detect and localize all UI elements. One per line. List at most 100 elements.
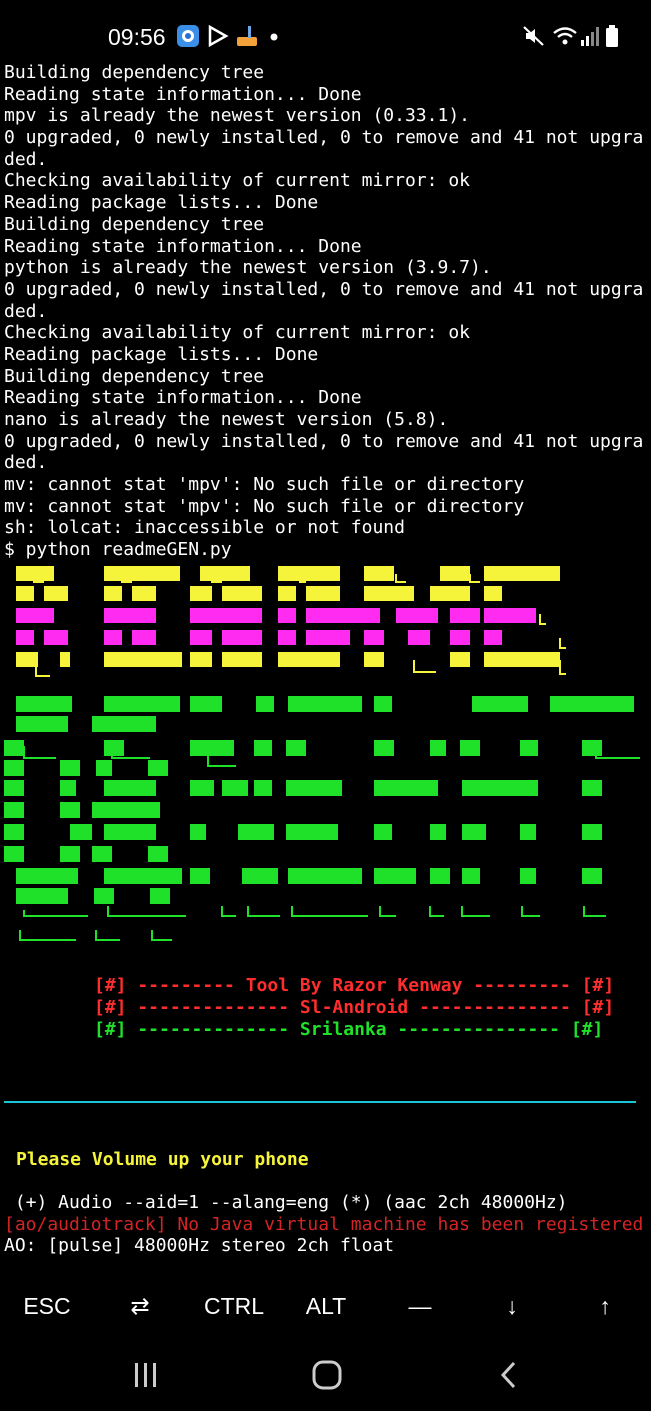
terminal-line: python is already the newest version (3.…: [4, 257, 492, 279]
banner-block: [374, 740, 394, 756]
banner-shadow-line: [23, 910, 88, 917]
banner-block: [104, 652, 182, 667]
banner-block: [44, 630, 68, 645]
banner-block: [462, 868, 480, 884]
home-button[interactable]: [297, 1353, 357, 1397]
banner-shadow-line: [107, 906, 186, 917]
banner-block: [16, 586, 34, 601]
terminal-line: 0 upgraded, 0 newly installed, 0 to remo…: [4, 430, 644, 452]
banner-block: [4, 780, 24, 796]
alt-key[interactable]: ALT: [295, 1280, 357, 1332]
banner-block: [238, 824, 274, 840]
banner-shadow-line: [207, 756, 236, 767]
notification-dot-icon: [268, 24, 292, 48]
back-button[interactable]: [480, 1353, 540, 1397]
terminal-output: Building dependency tree Reading state in…: [4, 62, 651, 561]
banner-block: [16, 608, 54, 623]
banner-block: [396, 608, 438, 623]
banner-block: [484, 652, 560, 667]
banner-block: [430, 740, 446, 756]
banner-block: [104, 696, 180, 712]
banner-shadow-line: [35, 660, 50, 677]
banner-block: [16, 888, 68, 904]
banner-block: [462, 824, 486, 840]
terminal-line: Checking availability of current mirror:…: [4, 170, 470, 192]
banner-shadow-line: [469, 574, 480, 583]
banner-block: [190, 824, 206, 840]
terminal-line: nano is already the newest version (5.8)…: [4, 409, 449, 430]
dash-key[interactable]: —: [390, 1280, 450, 1332]
tab-key[interactable]: ⇄: [110, 1280, 170, 1332]
banner-graphic: [4, 566, 640, 941]
banner-block: [364, 586, 414, 601]
esc-key[interactable]: ESC: [12, 1280, 82, 1332]
terminal-line: ded.: [4, 300, 48, 322]
terminal-line: Building dependency tree: [4, 365, 265, 387]
down-arrow-key[interactable]: ↓: [482, 1280, 542, 1332]
banner-block: [288, 696, 362, 712]
audio-output: (+) Audio --aid=1 --alang=eng (*) (aac 2…: [4, 1192, 651, 1257]
banner-block: [484, 586, 502, 601]
banner-block: [60, 760, 80, 776]
banner-block: [430, 868, 450, 884]
banner-block: [150, 888, 170, 904]
play-store-icon: [206, 24, 230, 48]
terminal-line: Reading package lists... Done: [4, 343, 319, 365]
banner-block: [484, 566, 560, 581]
banner-block: [484, 630, 502, 645]
banner-shadow-line: [221, 906, 236, 917]
banner-generator-word: [4, 696, 640, 941]
banner-block: [254, 780, 272, 796]
banner-block: [92, 716, 156, 732]
banner-block: [200, 566, 250, 581]
terminal-line: Reading state information... Done: [4, 235, 362, 257]
banner-shadow-line: [539, 614, 546, 625]
audio-output-line: AO: [pulse] 48000Hz stereo 2ch float: [4, 1235, 395, 1257]
banner-shadow-line: [429, 906, 444, 917]
banner-shadow-line: [151, 930, 172, 941]
credit-country: [#] -------------- Srilanka ------------…: [94, 1019, 604, 1040]
up-arrow-key[interactable]: ↑: [575, 1280, 635, 1332]
banner-block: [256, 696, 274, 712]
banner-block: [4, 760, 24, 776]
banner-block: [44, 586, 68, 601]
terminal-line: Building dependency tree: [4, 62, 265, 83]
banner-block: [472, 696, 528, 712]
banner-block: [4, 802, 24, 818]
banner-block: [364, 652, 384, 667]
banner-block: [242, 868, 278, 884]
ctrl-key[interactable]: CTRL: [195, 1280, 273, 1332]
banner-block: [582, 740, 602, 756]
banner-block: [94, 888, 114, 904]
banner-shadow-line: [559, 660, 566, 675]
banner-block: [16, 652, 38, 667]
terminal-line: sh: lolcat: inaccessible or not found: [4, 517, 405, 539]
banner-block: [222, 652, 262, 667]
banner-shadow-line: [559, 638, 566, 649]
banner-shadow-line: [291, 906, 368, 917]
banner-block: [222, 630, 262, 645]
banner-block: [104, 824, 156, 840]
banner-block: [190, 868, 210, 884]
banner-block: [190, 630, 212, 645]
banner-block: [104, 740, 124, 756]
banner-block: [104, 586, 122, 601]
banner-shadow-line: [379, 906, 396, 917]
gallery-app-icon: [176, 24, 200, 48]
banner-block: [104, 780, 156, 796]
banner-block: [16, 868, 78, 884]
banner-shadow-line: [23, 746, 56, 759]
banner-block: [520, 868, 536, 884]
credit-team: [#] -------------- Sl-Android ----------…: [94, 997, 615, 1018]
banner-block: [60, 652, 70, 667]
recents-button[interactable]: [116, 1353, 176, 1397]
banner-shadow-line: [413, 660, 436, 673]
banner-block: [582, 824, 602, 840]
banner-block: [450, 652, 470, 667]
banner-block: [190, 652, 212, 667]
banner-block: [484, 608, 536, 623]
banner-block: [104, 566, 180, 581]
banner-block: [462, 780, 538, 796]
banner-shadow-line: [19, 930, 76, 941]
banner-block: [148, 760, 168, 776]
